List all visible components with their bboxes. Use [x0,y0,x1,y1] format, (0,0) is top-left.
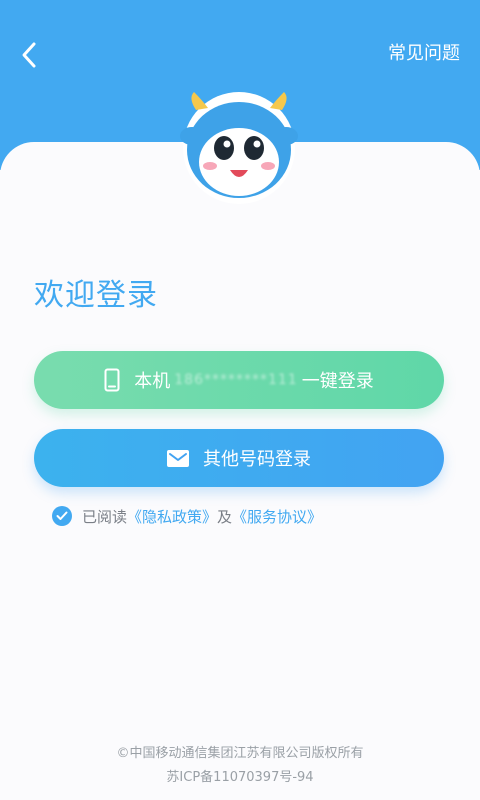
other-number-label: 其他号码登录 [203,449,311,470]
chevron-left-icon [22,42,36,68]
agreement-prefix: 已阅读 [82,507,128,526]
phone-icon [104,368,120,392]
agreement-checkbox[interactable] [52,506,72,526]
privacy-policy-link[interactable]: 《隐私政策》 [127,506,217,527]
footer-copyright: ©中国移动通信集团江苏有限公司版权所有 [116,746,364,761]
one-tap-suffix: 一键登录 [301,371,374,392]
back-button[interactable] [14,38,44,72]
service-agreement-link[interactable]: 《服务协议》 [232,506,322,527]
check-icon [56,511,68,520]
one-tap-prefix: 本机 [134,371,171,392]
mascot-logo [174,88,304,206]
faq-link[interactable]: 常见问题 [388,42,460,66]
masked-phone-number: 186********111 [174,372,298,388]
other-number-login-button[interactable]: 其他号码登录 [34,429,444,487]
mail-icon [167,449,189,467]
one-tap-login-button[interactable]: 本机 186********111 一键登录 [34,351,444,409]
agreement-row: 已阅读 《隐私政策》 及 《服务协议》 [52,505,322,527]
welcome-title: 欢迎登录 [34,278,158,313]
footer-icp: 苏ICP备11070397号-94 [166,770,314,785]
agreement-and: 及 [217,507,233,526]
